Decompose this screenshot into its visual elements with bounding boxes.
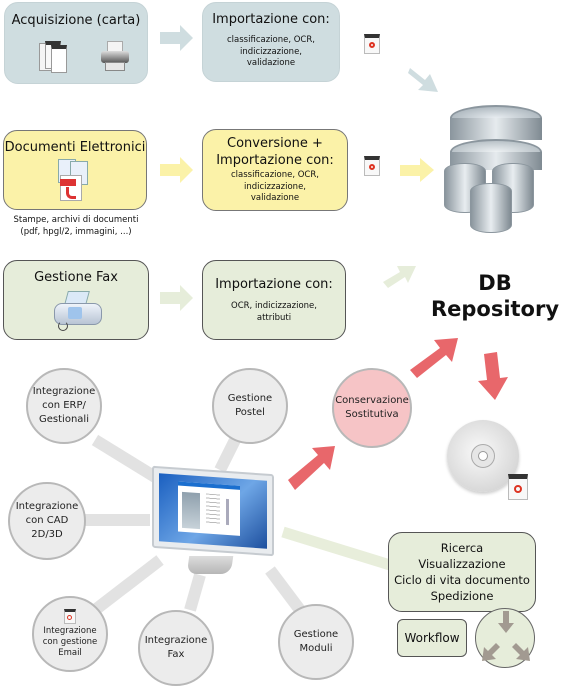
hub-node-email[interactable]: Integrazione con gestione Email [32,596,108,672]
workflow-routing-icon [475,608,535,668]
certified-document-icon [364,34,380,54]
electronic-documents-title: Documenti Elettronici [4,140,146,155]
arrow-row1 [160,25,193,51]
import-details-row3: OCR, indicizzazione, attributi [231,301,317,323]
hub-node-fax[interactable]: Integrazione Fax [138,610,214,686]
workflow-button[interactable]: Workflow [397,619,467,657]
hub-node-moduli[interactable]: Gestione Moduli [278,604,354,680]
arrow-row3-to-db [383,266,416,288]
conversion-import-details: classificazione, OCR, indicizzazione, va… [231,170,319,203]
computer-monitor-icon [152,465,276,578]
import-box-row1: Importazione con: classificazione, OCR, … [202,2,340,82]
conversion-import-title: Conversione + Importazione con: [216,136,334,168]
documents-icon [39,39,69,75]
db-repository-label: DB Repository [430,271,560,321]
printer-icon [101,41,129,73]
electronic-documents-caption: Stampe, archivi di documenti (pdf, hpgl/… [13,215,139,237]
spoke-postel [214,437,241,473]
import-title-row3: Importazione con: [215,277,333,292]
features-box: Ricerca Visualizzazione Ciclo di vita do… [388,532,536,612]
spoke-email [91,555,164,615]
electronic-documents-box: Documenti Elettronici [3,130,147,210]
fax-management-title: Gestione Fax [34,270,118,285]
workflow-arrows [482,611,530,661]
fax-icon [52,291,104,333]
acquisition-paper-title: Acquisizione (carta) [11,13,141,28]
certified-document-icon [508,474,528,500]
arrow-row1-to-db [408,68,438,92]
pdf-documents-icon [56,159,92,203]
hub-node-erp[interactable]: Integrazione con ERP/ Gestionali [26,368,102,444]
conservation-node[interactable]: Conservazione Sostitutiva [332,368,412,448]
spoke-features [281,526,392,571]
acquisition-paper-box: Acquisizione (carta) [4,2,148,84]
spoke-erp [91,434,164,486]
arrow-db-to-archive [478,352,508,400]
arrow-row2-to-db [400,158,434,182]
conversion-import-box: Conversione + Importazione con: classifi… [202,129,348,211]
import-box-row3: Importazione con: OCR, indicizzazione, a… [202,260,346,340]
spoke-fax [184,573,206,612]
arrow-row3 [160,285,193,311]
database-icon [440,105,550,235]
certified-document-icon [364,156,380,176]
fax-management-box: Gestione Fax [3,260,149,340]
hub-node-cad[interactable]: Integrazione con CAD 2D/3D [8,482,86,560]
arrow-row2 [160,157,193,183]
import-details-row1: classificazione, OCR, indicizzazione, va… [227,35,315,68]
hub-node-postel[interactable]: Gestione Postel [212,368,288,444]
import-title-row1: Importazione con: [212,12,330,27]
certified-document-icon [64,609,76,624]
arrow-conservation-to-db [410,338,458,378]
arrow-hub-to-conservation [288,446,335,490]
